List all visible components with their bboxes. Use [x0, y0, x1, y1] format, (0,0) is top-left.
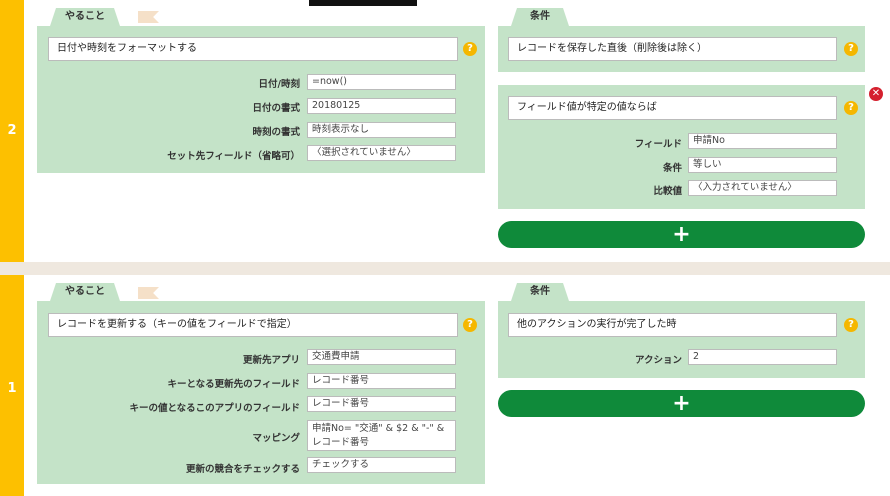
add-condition-button[interactable]: + [498, 221, 865, 248]
field-label: アクション [634, 355, 682, 366]
field-value[interactable]: 20180125 [307, 98, 456, 114]
field-value[interactable]: 交通費申請 [307, 349, 456, 365]
field-value[interactable]: 〈選択されていません〉 [307, 145, 456, 161]
action-tab[interactable]: やること [50, 283, 120, 301]
field-label: 比較値 [653, 186, 682, 197]
flag-icon [138, 287, 159, 299]
field-value[interactable]: =now() [307, 74, 456, 90]
field-value[interactable]: レコード番号 [307, 373, 456, 389]
step-number: 1 [7, 381, 17, 396]
condition-title[interactable]: 他のアクションの実行が完了した時 [508, 313, 837, 337]
help-icon[interactable]: ? [844, 42, 858, 56]
step-number: 2 [7, 123, 17, 138]
delete-icon[interactable]: ✕ [869, 87, 883, 101]
conditions-tab[interactable]: 条件 [511, 283, 569, 301]
field-label: フィールド [634, 139, 682, 150]
field-value[interactable]: 申請No [688, 133, 837, 149]
help-icon[interactable]: ? [463, 42, 477, 56]
action-title[interactable]: レコードを更新する（キーの値をフィールドで指定） [48, 313, 458, 337]
help-icon[interactable]: ? [844, 101, 858, 115]
field-label: マッピング [252, 433, 300, 444]
field-label: 更新先アプリ [242, 355, 300, 366]
condition-title[interactable]: フィールド値が特定の値ならば [508, 96, 837, 120]
help-icon[interactable]: ? [463, 318, 477, 332]
field-value[interactable]: 〈入力されていません〉 [688, 180, 837, 196]
add-condition-button[interactable]: + [498, 390, 865, 417]
step-bar: 1 [0, 275, 24, 496]
field-label: キーの値となるこのアプリのフィールド [129, 403, 300, 414]
field-label: セット先フィールド（省略可） [167, 151, 300, 162]
help-icon[interactable]: ? [844, 318, 858, 332]
field-label: キーとなる更新先のフィールド [167, 379, 300, 390]
field-label: 日付の書式 [252, 103, 300, 114]
top-dark-bar [309, 0, 417, 6]
condition-title[interactable]: レコードを保存した直後（削除後は除く） [508, 37, 837, 61]
mapping-value[interactable]: 申請No= "交通" & $2 & "-" & レコード番号 [307, 420, 456, 451]
field-value[interactable]: レコード番号 [307, 396, 456, 412]
field-label: 条件 [662, 163, 682, 174]
field-label: 時刻の書式 [252, 127, 300, 138]
step-separator [0, 262, 890, 275]
field-label: 日付/時刻 [258, 79, 300, 90]
action-tab[interactable]: やること [50, 8, 120, 26]
field-value[interactable]: 等しい [688, 157, 837, 173]
rule-editor: 2 やること 日付や時刻をフォーマットする ? 日付/時刻 =now() 日付の… [0, 0, 890, 496]
field-value[interactable]: 時刻表示なし [307, 122, 456, 138]
field-label: 更新の競合をチェックする [185, 464, 300, 475]
flag-icon [138, 11, 159, 23]
field-value[interactable]: チェックする [307, 457, 456, 473]
step-bar: 2 [0, 0, 24, 262]
action-title[interactable]: 日付や時刻をフォーマットする [48, 37, 458, 61]
conditions-tab[interactable]: 条件 [511, 8, 569, 26]
field-value[interactable]: 2 [688, 349, 837, 365]
